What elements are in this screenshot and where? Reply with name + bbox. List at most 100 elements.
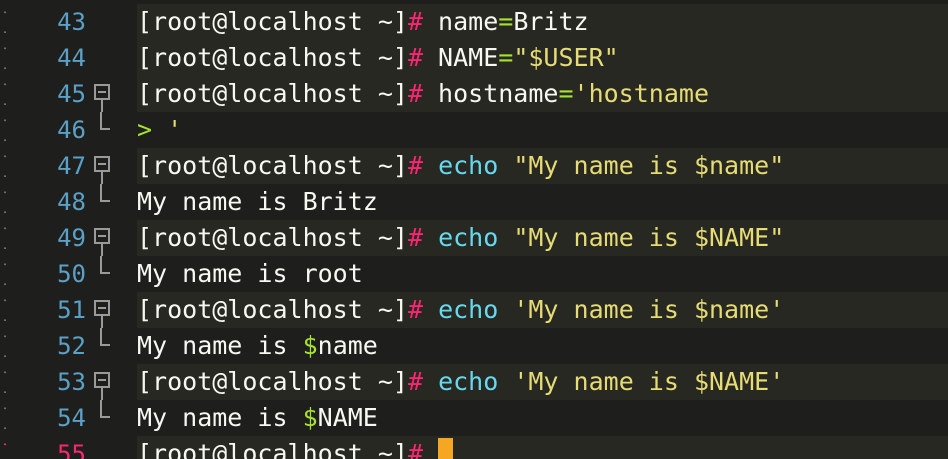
line-number: 45 — [57, 80, 86, 108]
editor-line[interactable]: ] 48 My name is Britz — [0, 184, 948, 220]
code-token: Britz — [513, 7, 589, 36]
editor-line[interactable]: ] 50 My name is root — [0, 256, 948, 292]
fold-end-icon — [92, 256, 118, 292]
fold-end-icon — [92, 328, 118, 364]
code-text[interactable]: My name is $name — [137, 328, 948, 364]
line-marker: ] — [0, 4, 6, 40]
code-text[interactable]: [root@localhost ~]# echo "My name is $NA… — [137, 220, 948, 256]
line-number: 55 — [57, 440, 86, 459]
code-token: = — [498, 43, 514, 72]
code-token: $ — [302, 403, 318, 432]
line-marker: ] — [0, 40, 6, 76]
code-text[interactable]: [root@localhost ~]# hostname='hostname — [137, 76, 948, 112]
line-number: 51 — [57, 296, 86, 324]
code-token: NAME — [317, 403, 378, 432]
line-marker: ] — [0, 112, 6, 148]
editor-line[interactable]: ] 44 [root@localhost ~]# NAME="$USER" — [0, 40, 948, 76]
line-marker: ] — [0, 400, 6, 436]
code-text[interactable]: > ' — [137, 112, 948, 148]
line-marker: ] — [0, 256, 6, 292]
line-marker: ] — [0, 364, 6, 400]
code-token: = — [498, 7, 514, 36]
code-token: # — [407, 151, 423, 180]
line-number: 50 — [57, 260, 86, 288]
line-number: 53 — [57, 368, 86, 396]
code-text[interactable]: My name is Britz — [137, 184, 948, 220]
code-text[interactable]: [root@localhost ~]# echo 'My name is $na… — [137, 292, 948, 328]
code-token: # — [407, 223, 423, 252]
code-token: [root@localhost ~] — [137, 439, 408, 459]
code-token: [root@localhost ~] — [137, 7, 408, 36]
editor-line[interactable]: ] 46 > ' — [0, 112, 948, 148]
line-marker: ] — [0, 220, 6, 256]
code-token: [root@localhost ~] — [137, 151, 408, 180]
editor-line[interactable]: ] 53 [root@localhost ~]# echo 'My name is … — [0, 364, 948, 400]
fold-end-icon — [92, 184, 118, 220]
code-token: # — [407, 7, 423, 36]
fold-minus-icon[interactable] — [92, 292, 118, 328]
line-number: 54 — [57, 404, 86, 432]
code-text[interactable]: My name is $NAME — [137, 400, 948, 436]
code-token: NAME — [423, 43, 499, 72]
line-marker: ] — [0, 184, 6, 220]
line-number: 44 — [57, 44, 86, 72]
line-number: 52 — [57, 332, 86, 360]
code-token: # — [407, 367, 423, 396]
fold-minus-icon[interactable] — [92, 220, 118, 256]
code-token: My name is Britz — [137, 187, 378, 216]
editor-line[interactable]: ] 55 [root@localhost ~]# — [0, 436, 948, 459]
code-token: "My name is $NAME" — [498, 223, 785, 252]
code-token: = — [558, 79, 574, 108]
code-token: 'My name is $NAME' — [498, 367, 785, 396]
code-token: echo — [438, 367, 499, 396]
fold-minus-icon[interactable] — [92, 364, 118, 400]
editor-line[interactable]: ] 47 [root@localhost ~]# echo "My name is … — [0, 148, 948, 184]
code-token: # — [407, 439, 423, 459]
editor-line[interactable]: ] 54 My name is $NAME — [0, 400, 948, 436]
code-text[interactable]: [root@localhost ~]# echo 'My name is $NA… — [137, 364, 948, 400]
fold-minus-icon[interactable] — [92, 148, 118, 184]
code-token: name — [317, 331, 378, 360]
code-token: "My name is $name" — [498, 151, 785, 180]
terminal-editor[interactable]: ]43[root@localhost ~]# name=Britz]44[roo… — [0, 0, 948, 459]
editor-line[interactable]: ] 51 [root@localhost ~]# echo 'My name is … — [0, 292, 948, 328]
code-text[interactable]: [root@localhost ~]# echo "My name is $na… — [137, 148, 948, 184]
code-token: hostname — [423, 79, 559, 108]
code-token: My name is — [137, 331, 303, 360]
block-cursor — [438, 438, 454, 459]
code-text[interactable]: My name is root — [137, 256, 948, 292]
line-number: 49 — [57, 224, 86, 252]
line-marker: ] — [0, 292, 6, 328]
code-token: ' — [167, 115, 183, 144]
line-number: 47 — [57, 152, 86, 180]
editor-line[interactable]: ] 43 [root@localhost ~]# name=Britz — [0, 4, 948, 40]
editor-line[interactable]: ] 45 [root@localhost ~]# hostname='hostnam… — [0, 76, 948, 112]
code-token: My name is — [137, 403, 303, 432]
code-token: [root@localhost ~] — [137, 43, 408, 72]
line-number: 46 — [57, 116, 86, 144]
code-token: [root@localhost ~] — [137, 223, 408, 252]
code-token: # — [407, 79, 423, 108]
code-token: [root@localhost ~] — [137, 79, 408, 108]
code-text[interactable]: [root@localhost ~]# NAME="$USER" — [137, 40, 948, 76]
code-text[interactable]: [root@localhost ~]# — [137, 436, 948, 459]
code-token: $ — [302, 331, 318, 360]
line-number: 43 — [57, 8, 86, 36]
code-token: echo — [438, 295, 499, 324]
code-token: [root@localhost ~] — [137, 367, 408, 396]
code-token: # — [407, 295, 423, 324]
editor-line[interactable]: ] 52 My name is $name — [0, 328, 948, 364]
line-marker: ] — [0, 436, 6, 459]
code-token: name — [423, 7, 499, 36]
fold-minus-icon[interactable] — [92, 76, 118, 112]
code-token: > — [137, 115, 168, 144]
code-text[interactable]: [root@localhost ~]# name=Britz — [137, 4, 948, 40]
editor-line[interactable]: ] 49 [root@localhost ~]# echo "My name is … — [0, 220, 948, 256]
code-token: 'hostname — [573, 79, 709, 108]
code-token: # — [407, 43, 423, 72]
code-token: [root@localhost ~] — [137, 295, 408, 324]
